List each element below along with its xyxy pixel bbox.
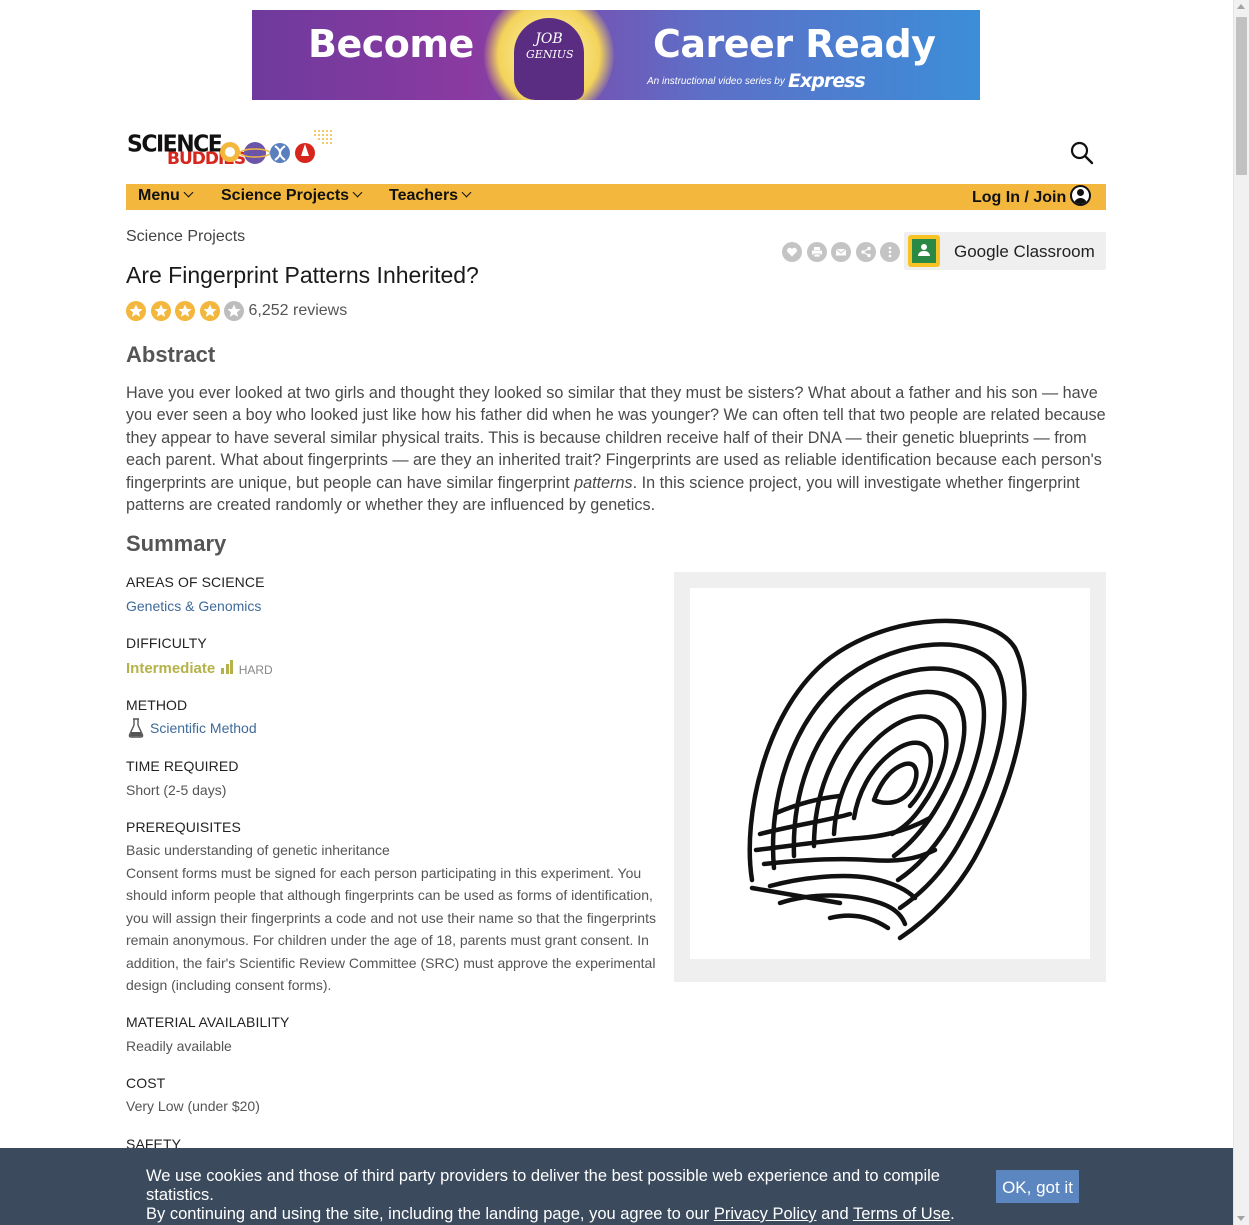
chevron-down-icon [183,187,194,198]
scroll-thumb[interactable] [1236,17,1247,175]
heart-icon[interactable] [782,242,802,262]
print-icon[interactable] [806,242,827,262]
abstract-text: Have you ever looked at two girls and th… [126,382,1106,516]
nav-login-label: Log In / Join [972,189,1067,206]
method-label: METHOD [126,697,188,713]
chevron-down-icon [461,187,472,198]
fingerprint-figure[interactable] [674,572,1106,982]
nav-science-projects-label: Science Projects [221,187,350,204]
privacy-policy-link[interactable]: Privacy Policy [714,1205,817,1223]
scrollbar[interactable] [1233,0,1249,1225]
ad-banner[interactable]: Become JOB GENIUS Career Ready An instru… [252,10,980,100]
search-icon[interactable] [1070,141,1094,165]
email-icon[interactable] [831,242,851,262]
ad-tagline: An instructional video series by [647,76,785,87]
difficulty-value: Intermediate HARD [126,660,273,677]
action-icons [782,242,905,262]
cookie-banner: We use cookies and those of third party … [0,1148,1233,1225]
main-navbar: Menu Science Projects Teachers Log In / … [126,184,1106,210]
chevron-down-icon [352,187,363,198]
nav-login[interactable]: Log In / Join [972,185,1092,207]
cost-label: COST [126,1075,166,1091]
nav-teachers-label: Teachers [389,187,459,204]
star-filled-icon [175,301,195,321]
summary-heading: Summary [126,531,227,556]
cookie-ok-button[interactable]: OK, got it [996,1170,1079,1203]
flask-icon [128,718,144,738]
review-count[interactable]: 6,252 reviews [249,302,348,320]
prereq-label: PREREQUISITES [126,819,241,835]
cookie-line2-text: By continuing and using the site, includ… [146,1205,714,1223]
figure-frame [690,588,1090,959]
ad-headline-left: Become [308,22,474,66]
difficulty-label: DIFFICULTY [126,635,207,651]
cookie-line1: We use cookies and those of third party … [146,1167,940,1204]
abstract-heading: Abstract [126,342,216,367]
time-value: Short (2-5 days) [126,782,227,798]
prereq-line2: Consent forms must be signed for each pe… [126,864,656,994]
scroll-up-arrow-icon[interactable] [1237,4,1245,9]
star-empty-icon [224,301,244,321]
share-icon[interactable] [855,242,876,262]
google-classroom-icon [908,235,940,267]
logo-orbs-icon [220,130,332,164]
star-filled-icon [199,301,220,321]
site-logo[interactable]: SCIENCE BUDDIES [127,128,337,170]
ad-brand: Express [788,70,866,92]
terms-of-use-link[interactable]: Terms of Use [853,1205,950,1223]
areas-link[interactable]: Genetics & Genomics [126,598,261,614]
scroll-down-arrow-icon[interactable] [1237,1216,1245,1221]
page-title: Are Fingerprint Patterns Inherited? [126,262,479,288]
google-classroom-label: Google Classroom [954,242,1095,261]
difficulty-level: Intermediate [126,660,216,677]
cookie-line2: By continuing and using the site, includ… [146,1205,996,1224]
areas-label: AREAS OF SCIENCE [126,574,265,590]
cookie-period: . [950,1205,955,1223]
difficulty-bars-icon [221,660,235,674]
nav-menu[interactable]: Menu [138,187,194,205]
ad-logo-line1: JOB [535,31,563,47]
star-filled-icon [126,301,146,321]
time-label: TIME REQUIRED [126,758,239,774]
more-icon[interactable] [880,242,900,262]
ad-headline-right: Career Ready [653,22,936,66]
ad-logo: JOB GENIUS [526,31,574,62]
method-value[interactable]: Scientific Method [128,718,257,738]
material-label: MATERIAL AVAILABILITY [126,1014,290,1030]
rating[interactable]: 6,252 reviews [126,300,347,322]
cost-value: Very Low (under $20) [126,1098,260,1114]
material-value: Readily available [126,1038,232,1054]
areas-value[interactable]: Genetics & Genomics [126,598,261,614]
star-filled-icon [150,301,171,321]
difficulty-hard: HARD [238,663,273,677]
abstract-text-emphasis: patterns [574,473,633,492]
cookie-text: We use cookies and those of third party … [146,1167,996,1224]
method-link[interactable]: Scientific Method [150,720,257,736]
cookie-and: and [816,1205,853,1223]
prereq-line1: Basic understanding of genetic inheritan… [126,842,390,858]
nav-menu-label: Menu [138,187,180,204]
fingerprint-image [747,618,1027,941]
user-icon [1070,185,1092,206]
google-classroom-button[interactable]: Google Classroom [904,232,1106,270]
prereq-value: Basic understanding of genetic inheritan… [126,839,661,997]
ad-logo-line2: GENIUS [526,48,574,61]
nav-science-projects[interactable]: Science Projects [221,187,363,205]
nav-teachers[interactable]: Teachers [389,187,472,205]
breadcrumb[interactable]: Science Projects [126,228,245,246]
